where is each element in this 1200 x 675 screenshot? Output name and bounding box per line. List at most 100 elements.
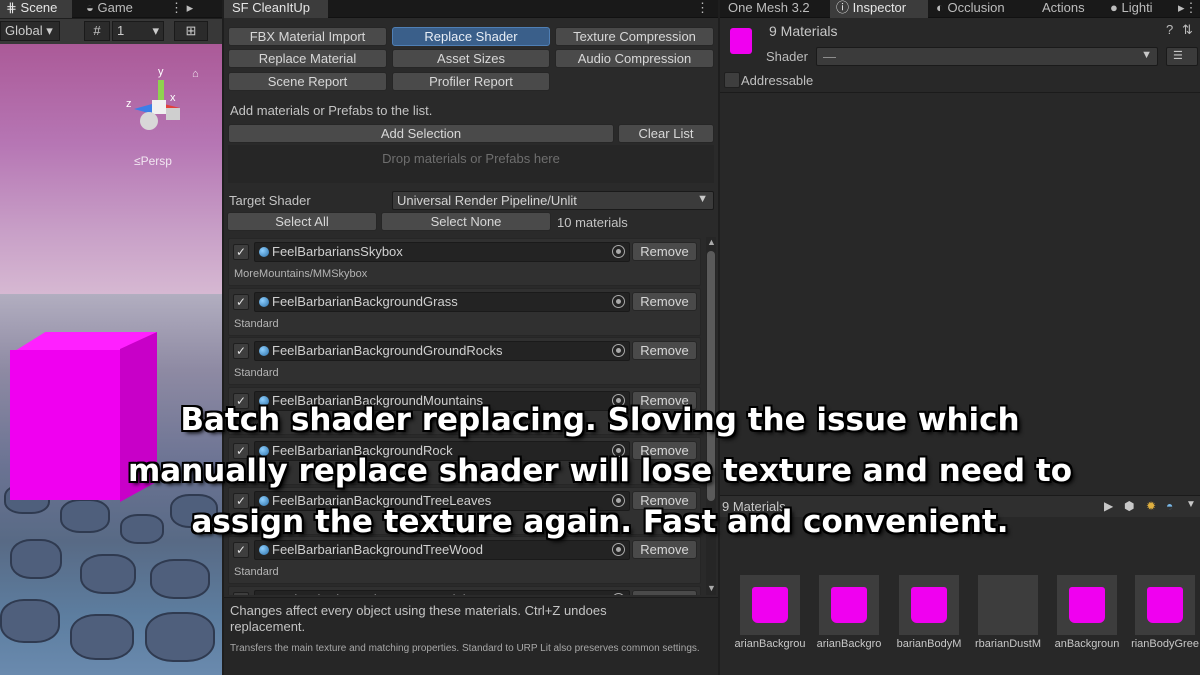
material-object-field[interactable]: FeelBarbarianBackgroundGroundRocks: [254, 341, 630, 362]
footer-note: Changes affect every object using these …: [230, 603, 607, 634]
select-none-button[interactable]: Select None: [381, 212, 551, 231]
persp-text: Persp: [140, 154, 172, 168]
tab-overflow[interactable]: ⋮ ▸: [170, 0, 220, 18]
perspective-label[interactable]: ≤Persp: [134, 154, 172, 168]
material-checkbox[interactable]: ✓: [233, 244, 249, 260]
remove-button[interactable]: Remove: [632, 341, 697, 361]
scene-view-panel[interactable]: ⋕ Scene ◒ Game ⋮ ▸ Global ▾ # 1 ▾ ⊞ y x …: [0, 0, 222, 675]
material-thumbnail[interactable]: [1057, 575, 1117, 635]
tool-audio-compression[interactable]: Audio Compression: [555, 49, 714, 68]
more-tabs-icon: ⋮ ▸: [170, 0, 194, 15]
material-swatch: [831, 587, 867, 623]
tab-occlusion[interactable]: ◐ Occlusion: [936, 0, 1032, 18]
shader-dropdown[interactable]: — ▼: [816, 47, 1158, 66]
object-picker-icon[interactable]: [612, 592, 625, 595]
material-thumbnail[interactable]: [740, 575, 800, 635]
material-thumbnail[interactable]: [819, 575, 879, 635]
gizmo-z-label: z: [126, 98, 132, 110]
tool-texture-compression[interactable]: Texture Compression: [555, 27, 714, 46]
material-icon: [259, 247, 269, 257]
material-checkbox[interactable]: ✓: [233, 343, 249, 360]
scroll-down-icon[interactable]: ▼: [707, 583, 716, 593]
material-swatch: [911, 587, 947, 623]
ground-stone: [0, 599, 60, 643]
tab-lighting[interactable]: ● Lighti: [1110, 0, 1176, 18]
video-caption: Batch shader replacing. Sloving the issu…: [0, 395, 1200, 548]
material-shader-name: MoreMountains/MMSkybox: [234, 268, 368, 280]
global-dropdown[interactable]: Global ▾: [0, 21, 60, 41]
tool-replace-material[interactable]: Replace Material: [228, 49, 387, 68]
material-shader-name: Standard: [234, 367, 279, 380]
material-checkbox[interactable]: ✓: [233, 293, 249, 310]
remove-button[interactable]: Remove: [632, 242, 697, 261]
tool-scene-report[interactable]: Scene Report: [228, 72, 387, 91]
material-object-field[interactable]: FeelBarbarianBodyGreenMaterial: [254, 589, 630, 595]
caption-line-1: Batch shader replacing. Sloving the issu…: [180, 402, 1020, 438]
grid-size-field[interactable]: 1 ▾: [112, 21, 164, 41]
material-thumbnail[interactable]: [899, 575, 959, 635]
tab-scene[interactable]: ⋕ Scene: [0, 0, 72, 18]
material-icon: [259, 296, 269, 307]
material-row: ✓ FeelBarbariansSkybox Remove MoreMountains…: [228, 238, 701, 286]
increment-snap-icon[interactable]: ⊞: [174, 21, 208, 41]
ground-stone: [70, 614, 134, 660]
shader-value: —: [823, 49, 836, 64]
material-object-field[interactable]: FeelBarbarianBackgroundGrass: [254, 291, 630, 312]
add-selection-button[interactable]: Add Selection: [228, 124, 614, 143]
tool-profiler-report[interactable]: Profiler Report: [392, 72, 550, 91]
clear-list-button[interactable]: Clear List: [618, 124, 714, 143]
target-shader-label: Target Shader: [229, 193, 311, 208]
thumbnail-label: rbarianDustM: [974, 638, 1042, 650]
addressable-checkbox[interactable]: [724, 72, 740, 88]
tab-game[interactable]: ◒ Game: [86, 0, 156, 18]
gizmo-y-label: y: [158, 66, 164, 78]
instruction-text: Add materials or Prefabs to the list.: [230, 103, 433, 118]
tabs-overflow-icon[interactable]: ▸⋮: [1178, 0, 1200, 18]
help-icon[interactable]: ?: [1166, 22, 1173, 37]
material-swatch: [752, 587, 788, 623]
panel-menu-icon[interactable]: ⋮: [696, 0, 716, 18]
material-row: ✓ FeelBarbarianBackgroundGroundRocks Remov…: [228, 337, 701, 386]
settings-icon[interactable]: ⇅: [1182, 22, 1193, 38]
remove-button[interactable]: Remove: [632, 291, 697, 311]
tab-scene-label: Scene: [20, 0, 58, 15]
material-row: ✓ FeelBarbarianBackgroundGrass Remove Stand…: [228, 287, 701, 336]
scroll-up-icon[interactable]: ▲: [707, 237, 716, 247]
object-picker-icon[interactable]: [612, 344, 625, 358]
material-checkbox[interactable]: ✓: [233, 591, 249, 595]
select-all-button[interactable]: Select All: [227, 212, 377, 231]
scene-tab-icon: ⋕: [6, 0, 17, 15]
material-thumbnail[interactable]: [1135, 575, 1195, 635]
tool-replace-shader[interactable]: Replace Shader: [392, 27, 550, 46]
ground-stone: [80, 554, 136, 594]
tool-fbx-material-import[interactable]: FBX Material Import: [228, 27, 387, 46]
material-shader-name: Standard: [234, 566, 279, 579]
target-shader-dropdown[interactable]: Universal Render Pipeline/Unlit ▼: [392, 191, 714, 210]
inspector-panel: One Mesh 3.2 ⓘ Inspector ◐ Occlusion Act…: [720, 0, 1200, 675]
object-picker-icon[interactable]: [612, 245, 625, 258]
tool-asset-sizes[interactable]: Asset Sizes: [392, 49, 550, 68]
tab-sf-cleanitup[interactable]: SF CleanItUp: [224, 0, 328, 18]
tab-actions[interactable]: Actions: [1042, 0, 1102, 18]
gizmo-neg-axis: [140, 112, 158, 130]
gizmo-center-cube: [152, 100, 166, 114]
grid-size-value: 1: [117, 23, 125, 38]
tab-inspector[interactable]: ⓘ Inspector: [830, 0, 928, 18]
thumbnail-label: anBackgroun: [1054, 638, 1120, 650]
material-shader-name: Standard: [234, 317, 279, 330]
tab-one-mesh[interactable]: One Mesh 3.2: [728, 0, 828, 18]
grid-snap-icon[interactable]: #: [84, 21, 110, 41]
chevron-down-icon: ▾: [152, 23, 159, 38]
cleanup-tab-bar: SF CleanItUp ⋮: [224, 0, 718, 18]
material-object-field[interactable]: FeelBarbariansSkybox: [254, 242, 630, 262]
object-picker-icon[interactable]: [612, 294, 625, 308]
gamepad-icon: ◒: [86, 0, 94, 15]
tab-game-label: Game: [97, 0, 133, 15]
orientation-gizmo[interactable]: y x z ≤Persp ⌂: [122, 60, 202, 170]
inspector-title: 9 Materials: [769, 23, 838, 39]
remove-button[interactable]: Remove: [632, 589, 697, 595]
gizmo-lock-icon[interactable]: ⌂: [192, 68, 199, 80]
shader-options-button[interactable]: ☰: [1166, 47, 1198, 66]
material-thumbnail[interactable]: [978, 575, 1038, 635]
drop-zone[interactable]: Drop materials or Prefabs here: [228, 145, 714, 183]
